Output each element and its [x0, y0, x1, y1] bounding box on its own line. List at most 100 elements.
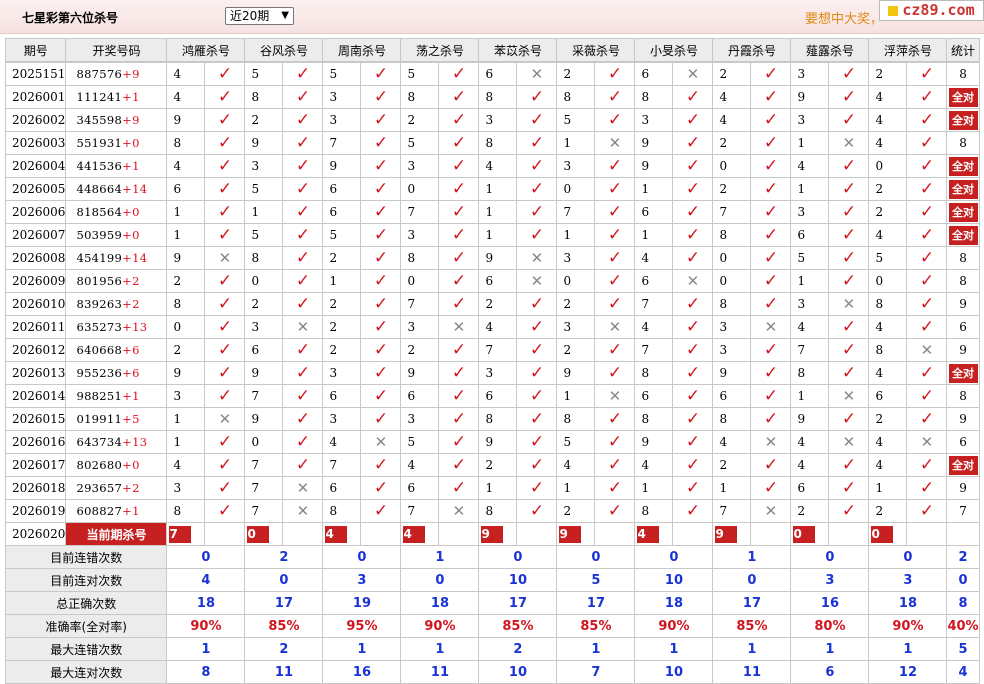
result-cell: ✓ — [750, 384, 792, 408]
draw-digits: 608827 — [76, 504, 123, 518]
stat-value: 90% — [868, 614, 948, 638]
check-icon: ✓ — [919, 409, 935, 429]
kill-number: 7 — [400, 292, 440, 316]
check-icon: ✓ — [217, 225, 233, 245]
table-row: 2026012 640668+6 2 ✓ 6 ✓ 2 ✓ 2 ✓ 7 ✓ 2 ✓ 7 ✓ 3 ✓ 7 ✓ 8 ✕ 9 — [4, 338, 980, 362]
kill-number: 2 — [712, 131, 752, 155]
check-icon: ✓ — [919, 455, 935, 475]
kill-number: 4 — [478, 315, 518, 339]
result-cell: ✓ — [594, 200, 636, 224]
check-icon: ✓ — [373, 363, 389, 383]
check-icon: ✓ — [841, 455, 857, 475]
kill-number: 3 — [400, 315, 440, 339]
result-cell: ✓ — [282, 108, 324, 132]
draw-number: 448664+14 — [65, 177, 168, 201]
site-logo[interactable]: cz89.com — [879, 0, 984, 21]
stat-value: 1 — [166, 637, 246, 661]
stat-row: 目前连对次数 4 0 3 0 10 5 10 0 3 3 0 — [4, 568, 980, 592]
result-cell: ✓ — [828, 154, 870, 178]
result-cell: ✓ — [516, 338, 558, 362]
current-kill-cell: 4 — [634, 522, 674, 546]
check-icon: ✓ — [373, 271, 389, 291]
kill-number: 2 — [556, 292, 596, 316]
empty-cell — [750, 522, 792, 546]
kill-number: 9 — [634, 154, 674, 178]
stat-value: 3 — [868, 568, 948, 592]
check-icon: ✓ — [373, 87, 389, 107]
kill-number: 6 — [634, 269, 674, 293]
draw-sum-plus: +9 — [122, 67, 140, 81]
check-icon: ✓ — [451, 386, 467, 406]
result-cell: ✓ — [828, 223, 870, 247]
result-cell: ✓ — [516, 131, 558, 155]
stat-value: 0 — [244, 568, 324, 592]
result-cell: ✓ — [204, 476, 246, 500]
kill-number: 3 — [634, 108, 674, 132]
draw-digits: 019911 — [76, 412, 123, 426]
current-kill-cell: 4 — [322, 522, 362, 546]
check-icon: ✓ — [763, 225, 779, 245]
check-icon: ✓ — [763, 363, 779, 383]
result-cell: ✓ — [282, 407, 324, 431]
kill-number: 0 — [244, 269, 284, 293]
kill-number: 1 — [478, 223, 518, 247]
check-icon: ✓ — [529, 501, 545, 521]
draw-number: 839263+2 — [65, 292, 168, 316]
kill-number: 1 — [556, 384, 596, 408]
draw-number: 887576+9 — [65, 61, 168, 86]
kill-number: 9 — [712, 361, 752, 385]
draw-sum-plus: +14 — [122, 182, 148, 196]
row-stat: 全对 — [946, 223, 980, 247]
check-icon: ✓ — [607, 225, 623, 245]
result-cell: ✓ — [516, 108, 558, 132]
kill-number: 1 — [166, 223, 206, 247]
current-kill-number: 0 — [247, 525, 270, 543]
check-icon: ✓ — [763, 156, 779, 176]
result-cell: ✓ — [282, 430, 324, 454]
stat-value: 18 — [868, 591, 948, 615]
period-no: 2026004 — [4, 154, 67, 178]
cross-icon: ✕ — [764, 318, 778, 336]
kill-number: 6 — [322, 384, 362, 408]
kill-number: 0 — [712, 246, 752, 270]
kill-number: 7 — [790, 338, 830, 362]
result-cell: ✓ — [594, 292, 636, 316]
current-kill-number: 4 — [403, 525, 426, 543]
check-icon: ✓ — [607, 64, 623, 84]
kill-number: 6 — [634, 384, 674, 408]
check-icon: ✓ — [373, 156, 389, 176]
period-select[interactable]: 近20期 ▼ — [225, 7, 294, 25]
current-kill-cell: 9 — [556, 522, 596, 546]
kill-number: 2 — [868, 61, 908, 86]
draw-number: 818564+0 — [65, 200, 168, 224]
check-icon: ✓ — [295, 64, 311, 84]
kill-number: 8 — [634, 407, 674, 431]
result-cell: ✕ — [282, 315, 324, 339]
kill-number: 4 — [478, 154, 518, 178]
draw-sum-plus: +1 — [122, 504, 140, 518]
kill-number: 3 — [556, 154, 596, 178]
kill-number: 3 — [790, 200, 830, 224]
kill-number: 9 — [322, 154, 362, 178]
cross-icon: ✕ — [842, 134, 856, 152]
period-no: 2026019 — [4, 499, 67, 523]
kill-number: 3 — [400, 223, 440, 247]
check-icon: ✓ — [295, 409, 311, 429]
draw-number: 441536+1 — [65, 154, 168, 178]
kill-number: 2 — [556, 499, 596, 523]
row-stat: 全对 — [946, 154, 980, 178]
check-icon: ✓ — [607, 179, 623, 199]
check-icon: ✓ — [295, 225, 311, 245]
result-cell: ✓ — [438, 200, 480, 224]
check-icon: ✓ — [919, 317, 935, 337]
check-icon: ✓ — [529, 225, 545, 245]
draw-sum-plus: +2 — [122, 481, 140, 495]
result-cell: ✓ — [672, 315, 714, 339]
kill-number: 5 — [790, 246, 830, 270]
draw-digits: 448664 — [76, 182, 123, 196]
check-icon: ✓ — [217, 455, 233, 475]
result-cell: ✓ — [282, 338, 324, 362]
check-icon: ✓ — [451, 294, 467, 314]
kill-number: 8 — [634, 85, 674, 109]
kill-number: 7 — [634, 292, 674, 316]
